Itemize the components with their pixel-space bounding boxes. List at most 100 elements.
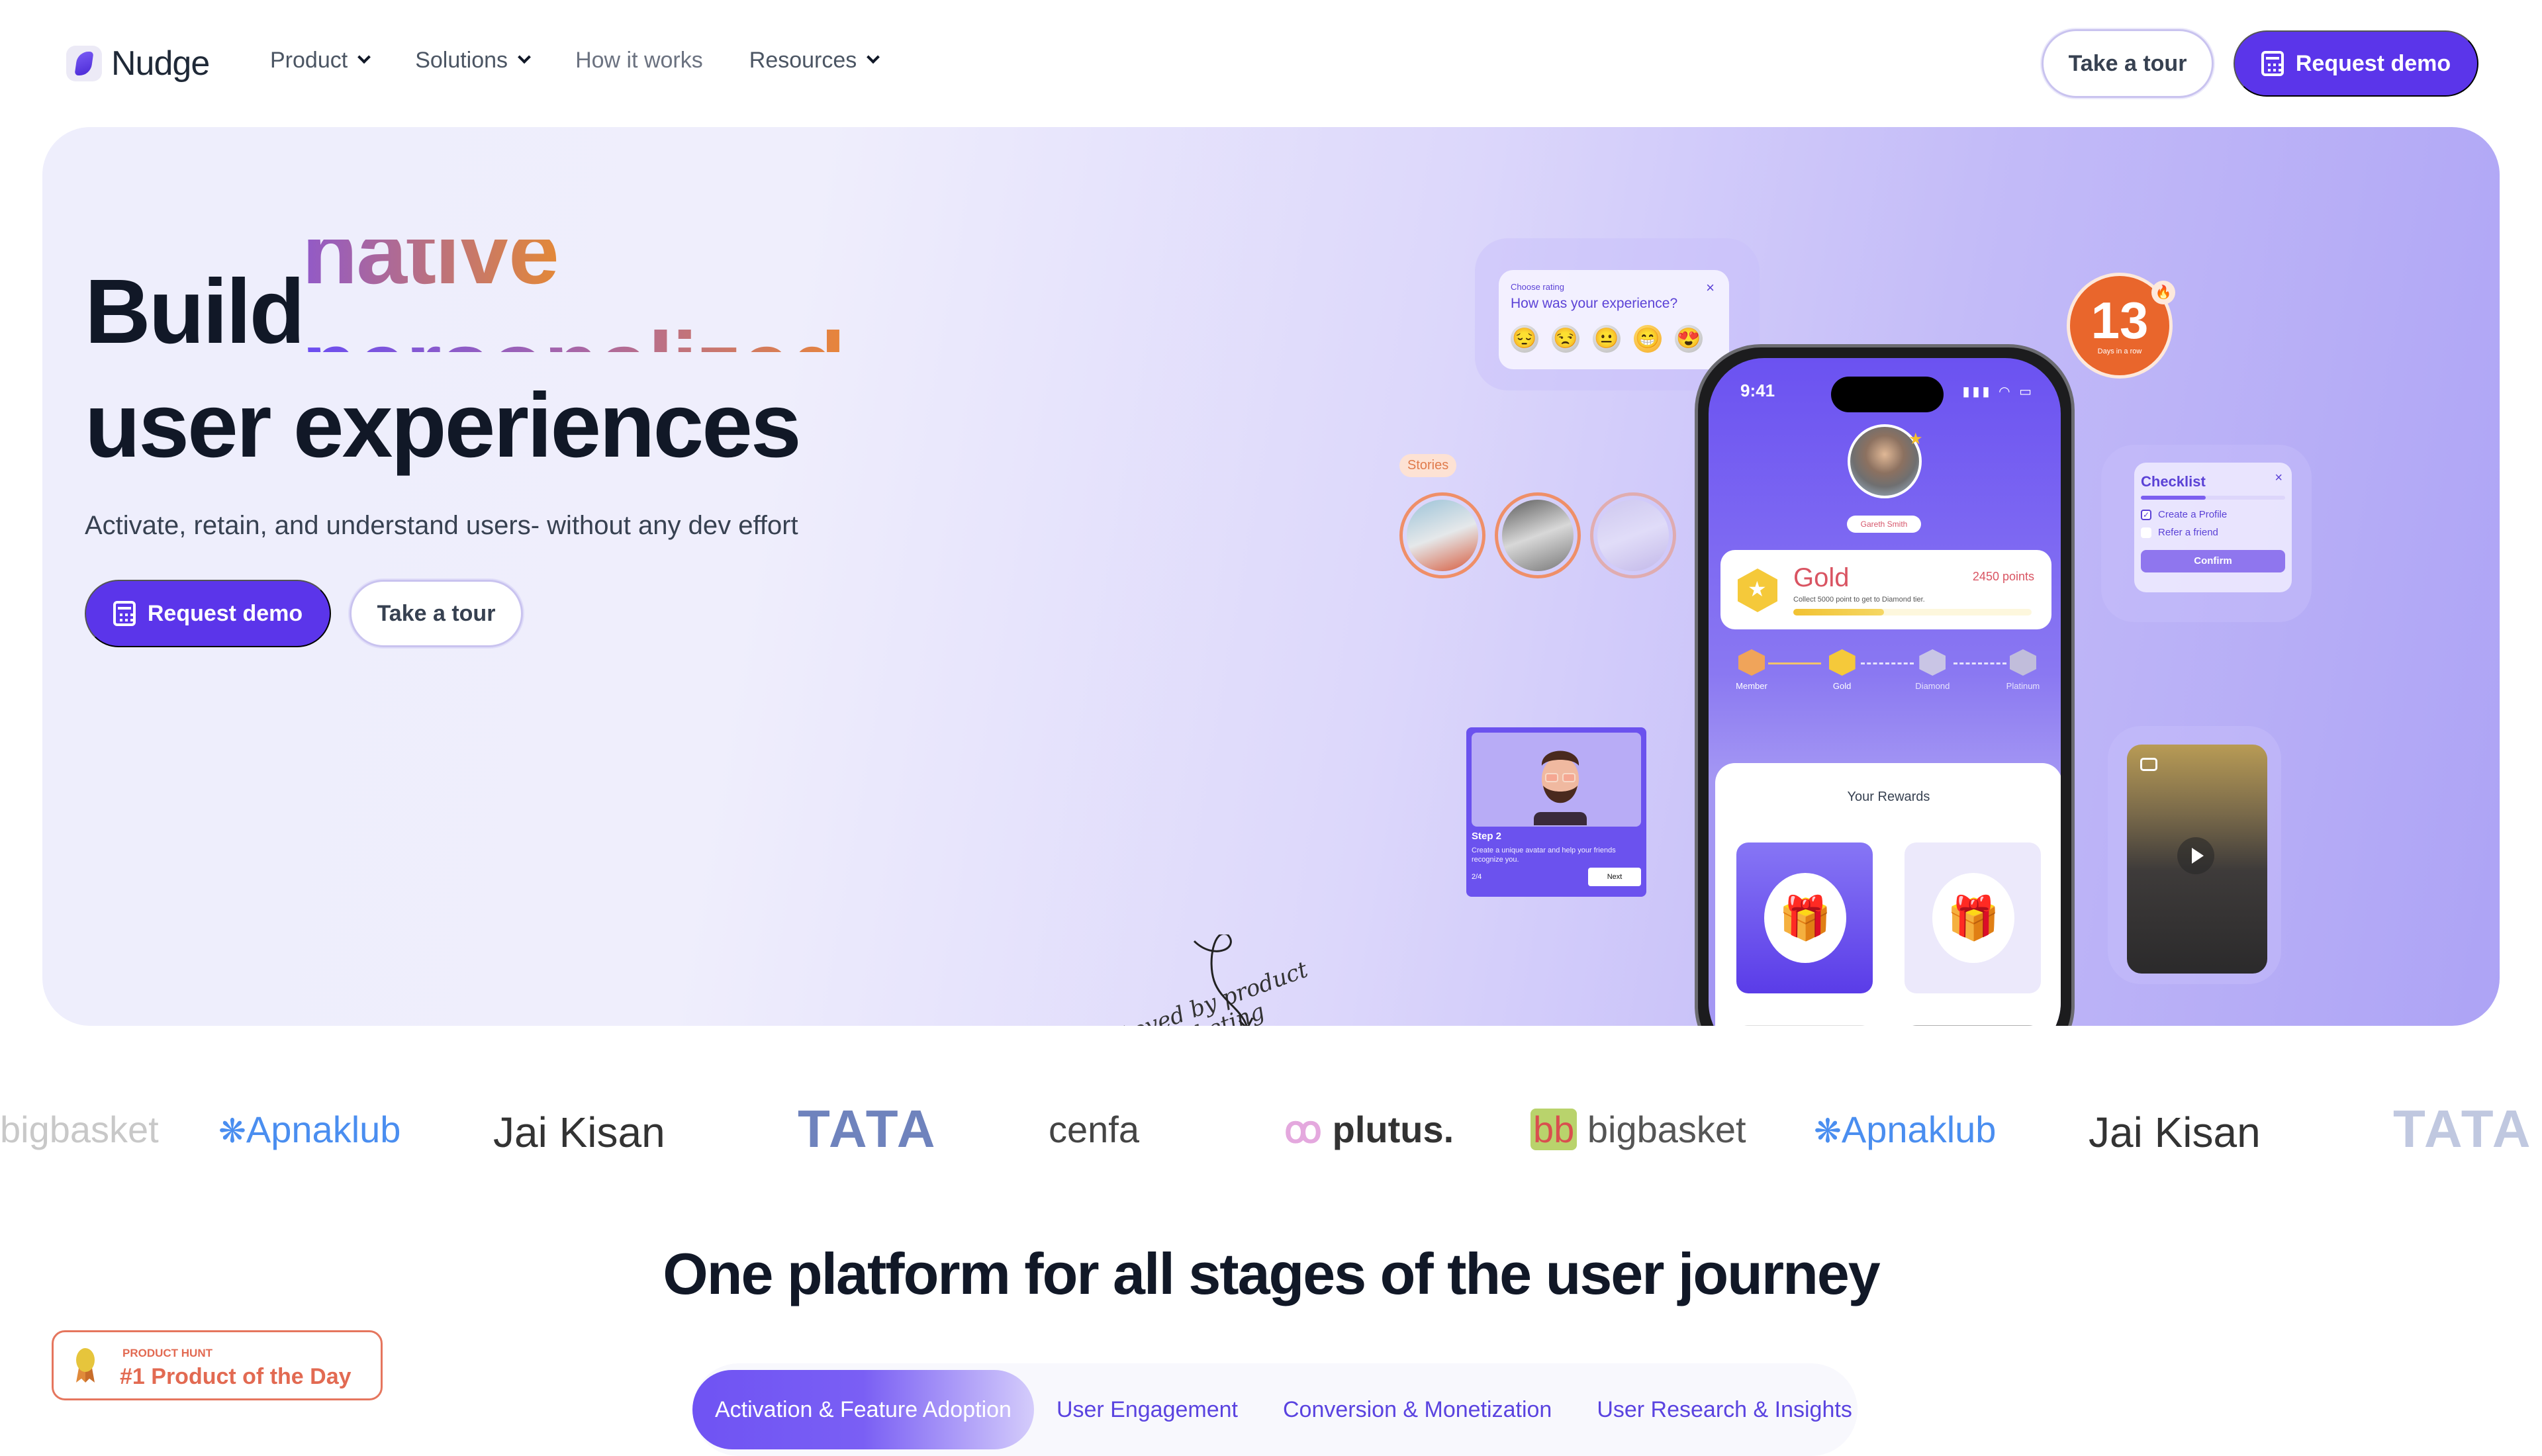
curly-arrow-icon	[1193, 934, 1254, 1026]
emoji-sad[interactable]: 😔	[1511, 325, 1538, 353]
apnaklub-dots-icon: ❋	[218, 1113, 246, 1150]
checklist-item[interactable]: ✓ Create a Profile	[2141, 509, 2285, 520]
hero-rotating-words: native personalized	[302, 240, 964, 352]
reward-tile[interactable]: 🎁	[1905, 842, 2041, 993]
nav-product[interactable]: Product	[270, 48, 371, 73]
emoji-heart-eyes[interactable]: 😍	[1675, 325, 1703, 353]
close-icon[interactable]: ×	[1706, 279, 1715, 296]
nav-solutions-label: Solutions	[415, 48, 508, 73]
tier-description: Collect 5000 point to get to Diamond tie…	[1793, 596, 1925, 604]
customer-logos-strip: bigbasket ❋Apnaklub Jai Kisan TATA cenfa…	[0, 1085, 2542, 1178]
reward-offer-tile[interactable]: 25% Off on all Nike Stores	[1905, 1025, 2041, 1026]
nudge-logo[interactable]: Nudge	[66, 44, 210, 83]
section-title: One platform for all stages of the user …	[663, 1241, 1881, 1306]
platinum-badge-icon	[2009, 649, 2036, 676]
user-name: Gareth Smith	[1847, 516, 1921, 533]
rating-card: Choose rating How was your experience? ×…	[1499, 270, 1729, 369]
checkbox-checked-icon[interactable]: ✓	[2141, 509, 2151, 520]
close-icon[interactable]: ×	[2275, 471, 2283, 486]
request-demo-label: Request demo	[147, 600, 303, 626]
tier-ladder: Member Gold Diamond Platinum	[1722, 649, 2053, 691]
tour-step-description: Create a unique avatar and help your fri…	[1472, 846, 1616, 864]
logo-plutus: ꝏ plutus.	[1284, 1108, 1454, 1152]
request-demo-label: Request demo	[2295, 50, 2451, 76]
nav-how-it-works[interactable]: How it works	[575, 48, 703, 73]
tab-activation[interactable]: Activation & Feature Adoption	[692, 1370, 1034, 1449]
nav-request-demo-button[interactable]: Request demo	[2234, 30, 2478, 97]
tier-label: Platinum	[2006, 681, 2040, 691]
logo-plutus-text: plutus.	[1332, 1109, 1454, 1150]
tier-member: Member	[1722, 649, 1781, 691]
reward-tile[interactable]: 🎁	[1736, 842, 1873, 993]
nav-solutions[interactable]: Solutions	[415, 48, 531, 73]
emoji-neutral[interactable]: 😐	[1593, 325, 1621, 353]
emoji-grinning[interactable]: 😁	[1634, 325, 1662, 353]
rotating-word-native: native	[302, 240, 559, 305]
tier-connector	[1768, 662, 1821, 664]
rating-question: How was your experience?	[1511, 296, 1678, 311]
hero-request-demo-button[interactable]: Request demo	[85, 580, 331, 647]
tour-next-button[interactable]: Next	[1588, 867, 1641, 886]
nav-links: Product Solutions How it works Resources	[270, 48, 880, 73]
tour-step-title: Step 2	[1472, 831, 1502, 842]
streak-value: 13	[2091, 291, 2149, 349]
story-item[interactable]	[1399, 492, 1485, 578]
tier-label: Gold	[1832, 681, 1852, 691]
checklist-item[interactable]: Refer a friend	[2141, 527, 2285, 538]
play-icon[interactable]	[2177, 837, 2214, 874]
rewards-panel: Your Rewards 🎁 🎁 🪙 25% Off on all Nike S…	[1715, 763, 2061, 1026]
stories-label: Stories	[1399, 454, 1457, 477]
product-hunt-badge[interactable]: PRODUCT HUNT #1 Product of the Day	[52, 1330, 383, 1400]
logo-text: Nudge	[111, 44, 210, 83]
bearded-man-illustration	[1534, 751, 1587, 825]
logo-apnaklub: ❋Apnaklub	[218, 1108, 400, 1151]
medal-icon	[76, 1348, 95, 1383]
tier-points: 2450 points	[1972, 570, 2034, 583]
tier-progress	[1793, 609, 2032, 615]
hero-title-build: Build	[85, 261, 305, 363]
checkbox-empty-icon[interactable]	[2141, 527, 2151, 538]
tab-user-engagement[interactable]: User Engagement	[1034, 1370, 1260, 1449]
story-item[interactable]	[1495, 492, 1581, 578]
logo-bigbasket-text: bigbasket	[1587, 1109, 1746, 1150]
tab-conversion[interactable]: Conversion & Monetization	[1260, 1370, 1574, 1449]
video-story[interactable]	[2127, 745, 2267, 974]
diamond-badge-icon	[1919, 649, 1946, 676]
tier-label: Member	[1736, 681, 1767, 691]
logo-jai-kisan: Jai Kisan	[2089, 1109, 2261, 1156]
checklist-progress	[2141, 496, 2285, 500]
emoji-rating-row: 😔 😒 😐 😁 😍	[1511, 325, 1717, 353]
apnaklub-dots-icon: ❋	[1814, 1113, 1842, 1150]
take-tour-label: Take a tour	[2068, 50, 2187, 76]
hero-take-tour-button[interactable]: Take a tour	[350, 580, 523, 647]
emoji-unamused[interactable]: 😒	[1552, 325, 1579, 353]
tier-progress-fill	[1793, 609, 1884, 615]
member-badge-icon	[1738, 649, 1765, 676]
chevron-down-icon	[518, 50, 531, 64]
rewards-title: Your Rewards	[1847, 790, 1930, 804]
picture-in-picture-icon[interactable]	[2140, 758, 2157, 771]
tier-diamond: Diamond	[1903, 649, 1962, 691]
checklist-item-label: Create a Profile	[2158, 509, 2228, 520]
gold-badge-icon	[1828, 649, 1856, 676]
tab-user-research[interactable]: User Research & Insights	[1574, 1370, 1875, 1449]
reward-tile[interactable]: 🪙	[1736, 1025, 1873, 1026]
product-tour-card: Step 2 Create a unique avatar and help y…	[1466, 727, 1646, 897]
nudge-logo-icon	[66, 46, 102, 81]
logo-jai-kisan: Jai Kisan	[493, 1109, 665, 1156]
hero-title-line2: user experiences	[85, 375, 802, 477]
phone-screen: 9:41 ▮▮▮ ◠ ▭ ★ Gareth Smith Gold 2450 po…	[1709, 358, 2061, 1026]
phone-time: 9:41	[1740, 381, 1775, 400]
nav-resources[interactable]: Resources	[749, 48, 880, 73]
star-icon: ★	[1908, 430, 1923, 448]
nav-resources-label: Resources	[749, 48, 857, 73]
chevron-down-icon	[357, 50, 371, 64]
logo-apnaklub: ❋Apnaklub	[1814, 1108, 1996, 1151]
nav-take-tour-button[interactable]: Take a tour	[2042, 29, 2214, 98]
hero-subtitle: Activate, retain, and understand users- …	[85, 511, 798, 540]
tier-platinum: Platinum	[1993, 649, 2053, 691]
logo-tata: TATA	[2393, 1099, 2533, 1158]
story-item[interactable]	[1590, 492, 1676, 578]
checklist-confirm-button[interactable]: Confirm	[2141, 550, 2285, 572]
product-hunt-label: PRODUCT HUNT	[122, 1347, 212, 1359]
